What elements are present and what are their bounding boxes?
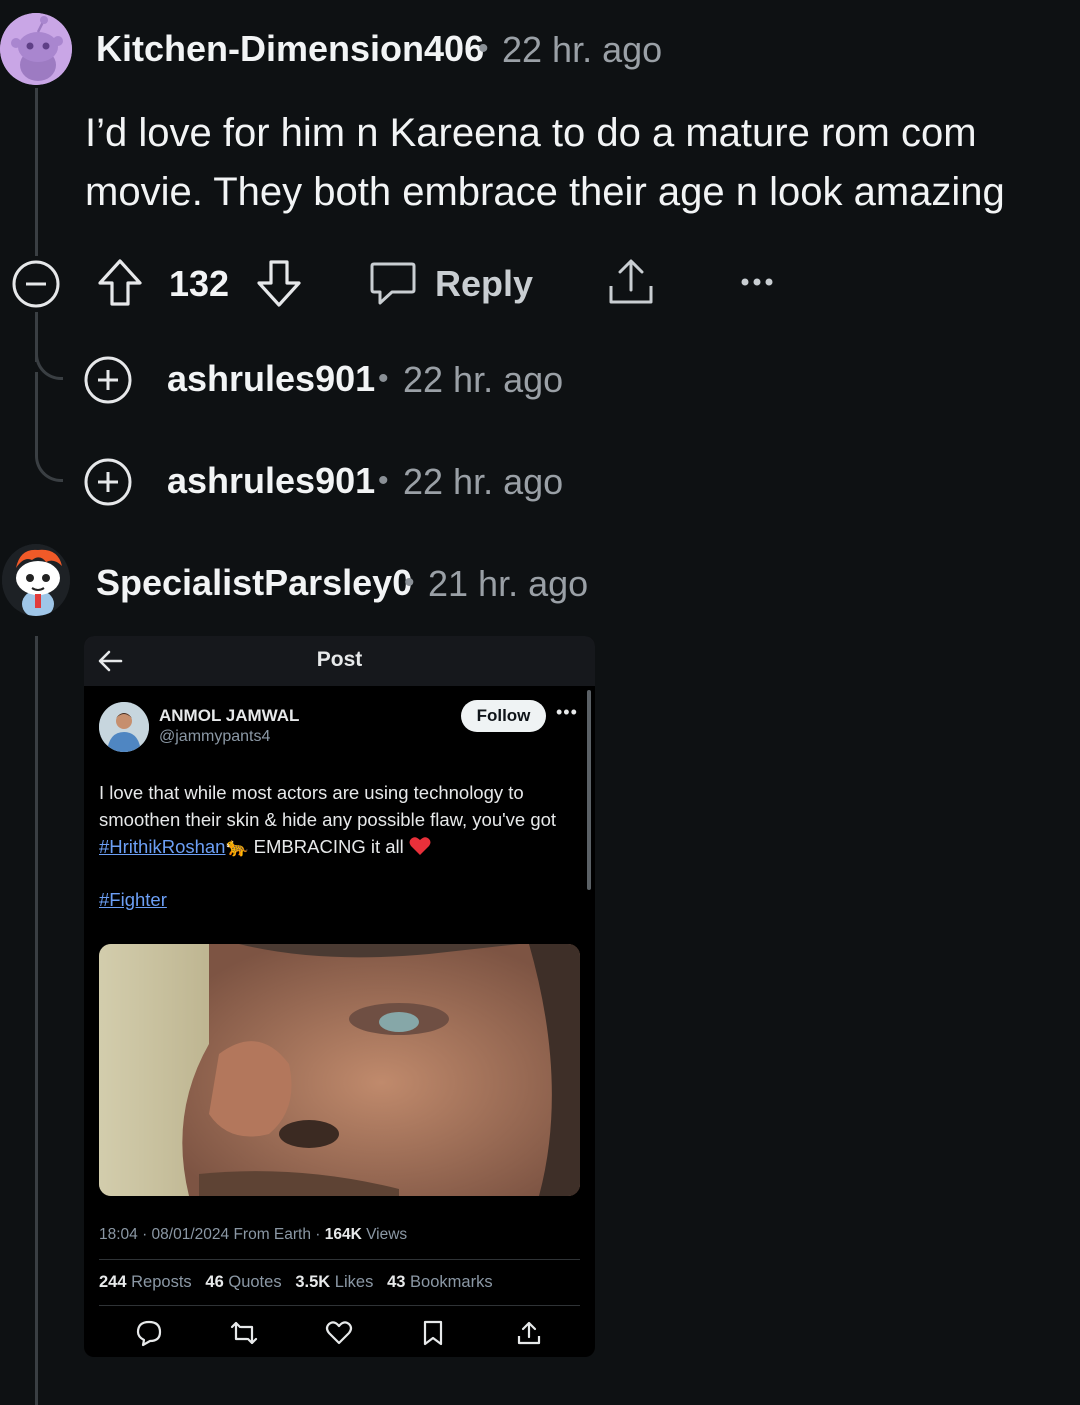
reply-button[interactable]: Reply bbox=[435, 263, 533, 305]
tweet-meta-datetime: 18:04 · 08/01/2024 From Earth · bbox=[99, 1226, 325, 1243]
expand-icon[interactable] bbox=[83, 355, 133, 405]
stat-count: 46 bbox=[205, 1273, 224, 1291]
separator-dot: • bbox=[404, 566, 415, 599]
repost-icon bbox=[229, 1319, 259, 1352]
comment-body: I’d love for him n Kareena to do a matur… bbox=[85, 111, 1005, 214]
stat-label: Quotes bbox=[228, 1273, 282, 1291]
reply-username[interactable]: ashrules901 bbox=[167, 358, 375, 400]
stat-count: 3.5K bbox=[295, 1273, 331, 1291]
more-icon: ••• bbox=[556, 702, 578, 722]
comment-timestamp: 21 hr. ago bbox=[428, 563, 589, 604]
upvote-icon[interactable] bbox=[96, 257, 144, 309]
stat-count: 244 bbox=[99, 1273, 127, 1291]
tweet-views-count: 164K bbox=[324, 1226, 362, 1243]
comment-username[interactable]: SpecialistParsley0 bbox=[96, 562, 412, 604]
collapse-icon[interactable] bbox=[11, 259, 61, 309]
tweet-stats: 244 Reposts 46 Quotes 3.5K Likes 43 Book… bbox=[99, 1273, 493, 1292]
tweet-text-part: EMBRACING it all bbox=[248, 836, 404, 857]
like-icon bbox=[325, 1320, 353, 1351]
tweet-text: I love that while most actors are using … bbox=[99, 779, 569, 863]
stat-label: Reposts bbox=[131, 1273, 192, 1291]
downvote-icon[interactable] bbox=[255, 257, 303, 309]
embed-header: Post bbox=[84, 636, 595, 686]
comment-timestamp: 22 hr. ago bbox=[502, 29, 663, 70]
leopard-emoji-icon: 🐆 bbox=[225, 836, 249, 857]
expand-icon[interactable] bbox=[83, 457, 133, 507]
embed-title: Post bbox=[316, 648, 363, 671]
tweet-meta: 18:04 · 08/01/2024 From Earth · 164K Vie… bbox=[99, 1226, 407, 1244]
thread-line-main bbox=[35, 88, 38, 256]
thread-line-second bbox=[35, 636, 38, 1405]
stat-count: 43 bbox=[387, 1273, 406, 1291]
tweet-views-label: Views bbox=[361, 1226, 408, 1243]
separator-dot: • bbox=[378, 464, 389, 497]
avatar[interactable] bbox=[0, 13, 72, 85]
reply-timestamp: 22 hr. ago bbox=[403, 359, 564, 400]
separator-dot: • bbox=[378, 362, 389, 395]
tweet-author-handle: @jammypants4 bbox=[159, 728, 271, 745]
comment-username[interactable]: Kitchen-Dimension406 bbox=[96, 28, 484, 70]
tweet-photo bbox=[99, 944, 580, 1196]
stat-label: Likes bbox=[334, 1273, 374, 1291]
divider bbox=[99, 1259, 580, 1260]
reply-icon bbox=[135, 1319, 163, 1352]
thread-curve-reply-2 bbox=[35, 372, 63, 482]
more-icon[interactable] bbox=[737, 272, 777, 292]
heart-emoji-icon bbox=[409, 836, 431, 863]
snoo-avatar-icon bbox=[2, 544, 70, 616]
comment-bubble-icon[interactable] bbox=[368, 258, 418, 308]
scrollbar bbox=[587, 690, 591, 890]
share-icon[interactable] bbox=[606, 256, 656, 308]
share-icon bbox=[515, 1319, 543, 1352]
tweet-author-name: ANMOL JAMWAL bbox=[159, 706, 300, 725]
bookmark-icon bbox=[422, 1319, 444, 1352]
follow-button: Follow bbox=[461, 700, 546, 732]
snoo-avatar-icon bbox=[0, 13, 72, 85]
stat-label: Bookmarks bbox=[410, 1273, 493, 1291]
reply-username[interactable]: ashrules901 bbox=[167, 460, 375, 502]
tweet-hashtag-fighter: #Fighter bbox=[99, 889, 167, 910]
reply-timestamp: 22 hr. ago bbox=[403, 461, 564, 502]
divider bbox=[99, 1305, 580, 1306]
embedded-screenshot[interactable]: Post ANMOL JAMWAL @jammypants4 Follow ••… bbox=[84, 636, 595, 1357]
separator-dot: • bbox=[478, 32, 489, 65]
vote-score: 132 bbox=[169, 263, 230, 304]
avatar[interactable] bbox=[2, 544, 70, 616]
tweet-hashtag-link: #HrithikRoshan bbox=[99, 836, 226, 857]
tweet-text-part: I love that while most actors are using … bbox=[99, 782, 557, 830]
tweet-author-avatar bbox=[99, 702, 149, 752]
